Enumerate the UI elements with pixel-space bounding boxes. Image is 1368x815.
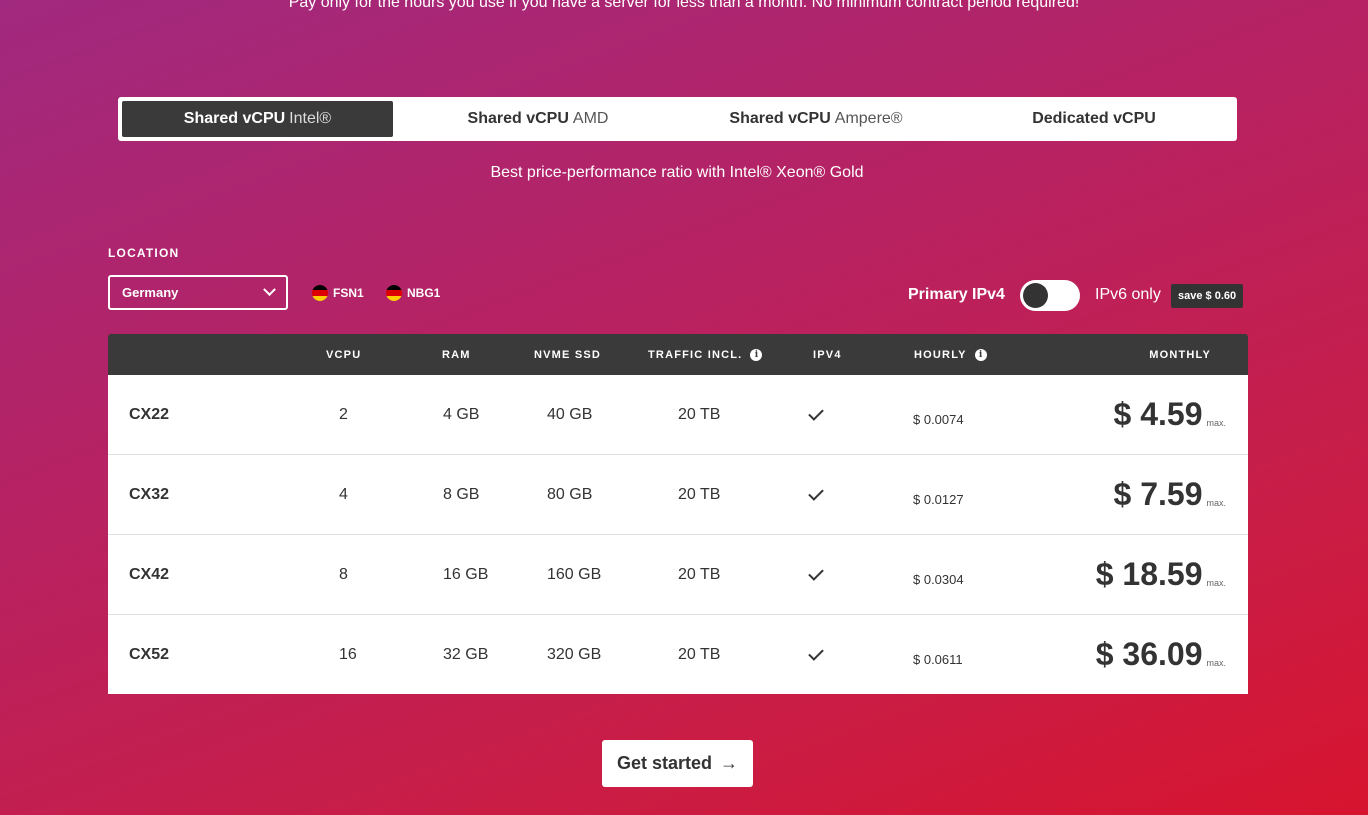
ssd-value: 320 GB [547, 645, 602, 663]
ipv4-check-icon [808, 615, 824, 694]
location-select[interactable]: Germany [108, 275, 288, 310]
monthly-price: $ 18.59 max. [1096, 535, 1226, 614]
monthly-price-value: $ 18.59 [1095, 556, 1203, 592]
germany-flag-icon [312, 285, 328, 301]
tab-sublabel: AMD [572, 110, 609, 127]
hourly-price: $ 0.0304 [913, 572, 964, 587]
header-ssd: NVME SSD [534, 348, 602, 361]
monthly-price-value: $ 7.59 [1113, 476, 1203, 512]
vcpu-value: 4 [339, 485, 348, 503]
tab-shared-intel[interactable]: Shared vCPU Intel® [122, 101, 393, 137]
monthly-price: $ 36.09 max. [1096, 615, 1226, 694]
info-icon[interactable]: i [974, 348, 987, 361]
pricing-table: VCPU RAM NVME SSD TRAFFIC INCL. i IPV4 H… [108, 334, 1248, 694]
max-label: max. [1206, 497, 1226, 508]
header-hourly: HOURLY i [914, 334, 987, 375]
monthly-price: $ 4.59 max. [1114, 375, 1226, 454]
ipv4-check-icon [808, 375, 824, 454]
datacenter-label: NBG1 [407, 286, 441, 300]
header-traffic-label: TRAFFIC INCL. [648, 348, 743, 361]
ram-value: 4 GB [443, 405, 480, 423]
ipv4-check-icon [808, 455, 824, 534]
tab-label: Dedicated vCPU [1032, 110, 1156, 127]
tab-shared-ampere[interactable]: Shared vCPU Ampere® [677, 101, 955, 137]
monthly-price-value: $ 36.09 [1095, 636, 1203, 672]
traffic-value: 20 TB [678, 565, 721, 583]
tab-description: Best price-performance ratio with Intel®… [490, 164, 864, 181]
primary-ipv4-label: Primary IPv4 [908, 286, 1005, 303]
tab-label: Shared vCPU [467, 110, 569, 127]
table-row[interactable]: CX42 8 16 GB 160 GB 20 TB $ 0.0304 $ 18.… [108, 535, 1248, 615]
server-name: CX42 [129, 565, 170, 583]
header-traffic: TRAFFIC INCL. i [648, 334, 763, 375]
arrow-right-icon: → [720, 753, 739, 773]
vcpu-value: 16 [339, 645, 357, 663]
ipv4-toggle[interactable] [1020, 280, 1080, 311]
datacenter-fsn1[interactable]: FSN1 [312, 285, 364, 301]
header-ram: RAM [442, 348, 471, 361]
traffic-value: 20 TB [678, 485, 721, 503]
hourly-price: $ 0.0611 [913, 652, 963, 667]
get-started-button[interactable]: Get started → [602, 740, 753, 787]
germany-flag-icon [386, 285, 402, 301]
hourly-price: $ 0.0074 [913, 412, 964, 427]
tab-label: Shared vCPU [183, 110, 286, 127]
ram-value: 16 GB [443, 565, 489, 583]
table-row[interactable]: CX32 4 8 GB 80 GB 20 TB $ 0.0127 $ 7.59 … [108, 455, 1248, 535]
tab-label: Shared vCPU [729, 110, 831, 127]
server-name: CX32 [129, 485, 170, 503]
table-row[interactable]: CX22 2 4 GB 40 GB 20 TB $ 0.0074 $ 4.59 … [108, 375, 1248, 455]
ssd-value: 160 GB [547, 565, 602, 583]
ram-value: 8 GB [443, 485, 480, 503]
header-hourly-label: HOURLY [914, 348, 967, 361]
hourly-price: $ 0.0127 [913, 492, 964, 507]
ipv6-only-label: IPv6 only [1095, 286, 1161, 303]
table-row[interactable]: CX52 16 32 GB 320 GB 20 TB $ 0.0611 $ 36… [108, 615, 1248, 694]
ssd-value: 40 GB [547, 405, 593, 423]
vcpu-value: 2 [339, 405, 348, 423]
traffic-value: 20 TB [678, 645, 721, 663]
header-vcpu: VCPU [326, 348, 362, 361]
ipv4-check-icon [808, 535, 824, 614]
get-started-label: Get started [616, 753, 713, 773]
pricing-note: Pay only for the hours you use if you ha… [288, 0, 1080, 11]
ssd-value: 80 GB [547, 485, 593, 503]
table-header: VCPU RAM NVME SSD TRAFFIC INCL. i IPV4 H… [108, 334, 1248, 375]
chevron-down-icon [263, 283, 276, 297]
header-ipv4: IPV4 [813, 348, 842, 361]
info-icon[interactable]: i [750, 348, 763, 361]
location-label: LOCATION [108, 246, 180, 260]
monthly-price-value: $ 4.59 [1113, 396, 1203, 432]
datacenter-nbg1[interactable]: NBG1 [386, 285, 440, 301]
max-label: max. [1206, 417, 1226, 428]
tab-dedicated[interactable]: Dedicated vCPU [955, 101, 1233, 137]
tab-sublabel: Intel® [289, 110, 332, 127]
tab-sublabel: Ampere® [834, 110, 903, 127]
ram-value: 32 GB [443, 645, 489, 663]
save-badge: save $ 0.60 [1171, 284, 1244, 308]
cpu-type-tabs: Shared vCPU Intel® Shared vCPU AMD Share… [118, 97, 1237, 141]
table-body: CX22 2 4 GB 40 GB 20 TB $ 0.0074 $ 4.59 … [108, 375, 1248, 694]
tab-shared-amd[interactable]: Shared vCPU AMD [399, 101, 677, 137]
datacenter-label: FSN1 [333, 286, 364, 300]
max-label: max. [1206, 657, 1226, 668]
location-selected-value: Germany [122, 285, 179, 300]
server-name: CX22 [129, 405, 170, 423]
traffic-value: 20 TB [678, 405, 721, 423]
header-monthly: MONTHLY [1149, 348, 1211, 361]
toggle-knob [1023, 283, 1048, 308]
server-name: CX52 [129, 645, 170, 663]
monthly-price: $ 7.59 max. [1114, 455, 1226, 534]
vcpu-value: 8 [339, 565, 348, 583]
max-label: max. [1206, 577, 1226, 588]
